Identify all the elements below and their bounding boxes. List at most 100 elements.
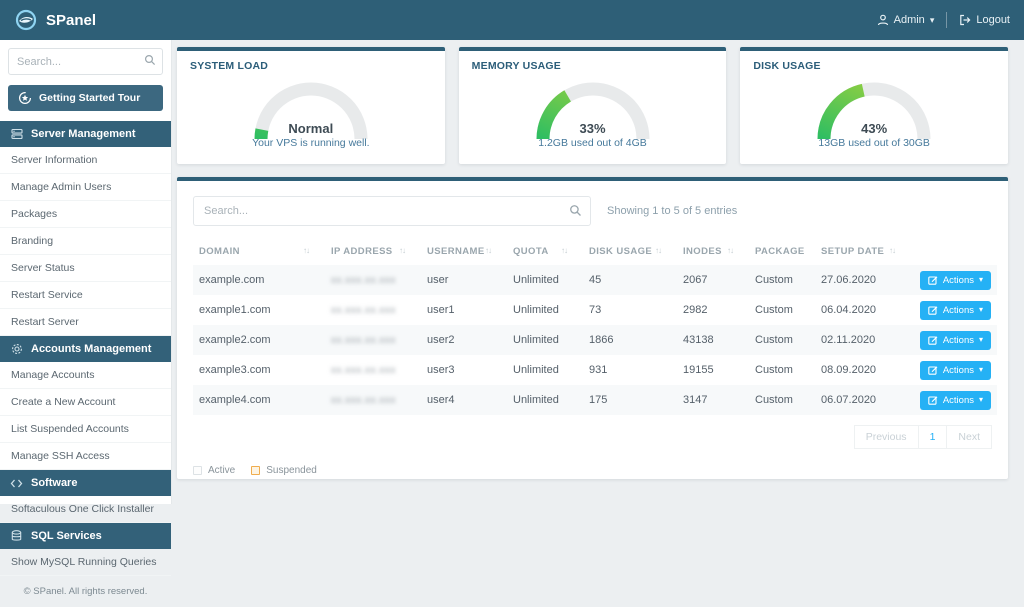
edit-icon bbox=[928, 335, 938, 345]
sidebar-item-create-a-new-account[interactable]: Create a New Account bbox=[0, 389, 171, 416]
pagination-next[interactable]: Next bbox=[947, 425, 992, 449]
sidebar-item-manage-admin-users[interactable]: Manage Admin Users bbox=[0, 174, 171, 201]
pagination-previous[interactable]: Previous bbox=[853, 425, 919, 449]
sidebar-section-software[interactable]: Software bbox=[0, 470, 171, 496]
edit-icon bbox=[928, 365, 938, 375]
sidebar-item-server-status[interactable]: Server Status bbox=[0, 255, 171, 282]
column-header-username[interactable]: USERNAME ↑↓ bbox=[421, 238, 507, 265]
sidebar-section-server-management[interactable]: Server Management bbox=[0, 121, 171, 147]
actions-button[interactable]: Actions ▾ bbox=[919, 270, 991, 290]
sidebar-item-show-mysql-running-queries[interactable]: Show MySQL Running Queries bbox=[0, 549, 171, 576]
cell-setup-date: 06.07.2020 bbox=[821, 394, 877, 406]
actions-button[interactable]: Actions ▾ bbox=[919, 390, 991, 410]
table-search-input[interactable] bbox=[193, 196, 591, 226]
column-label: DOMAIN bbox=[199, 246, 240, 257]
logout-button[interactable]: Logout bbox=[959, 14, 1010, 26]
gauge-cards-row: SYSTEM LOAD Normal Your VPS is running w… bbox=[177, 47, 1009, 164]
admin-menu[interactable]: Admin ▾ bbox=[877, 14, 935, 26]
edit-icon bbox=[928, 305, 938, 315]
pagination-page-1[interactable]: 1 bbox=[918, 425, 948, 449]
sort-icon[interactable]: ↑↓ bbox=[727, 246, 734, 255]
tour-star-icon bbox=[18, 91, 32, 105]
actions-button[interactable]: Actions ▾ bbox=[919, 330, 991, 350]
column-label: DISK USAGE bbox=[589, 246, 653, 257]
admin-label: Admin bbox=[893, 14, 925, 26]
cell-quota: Unlimited bbox=[513, 274, 559, 286]
accounts-table-card: Showing 1 to 5 of 5 entries DOMAIN↑↓IP A… bbox=[177, 177, 1008, 479]
caret-down-icon: ▾ bbox=[978, 275, 983, 284]
search-icon bbox=[144, 54, 156, 66]
cell-ip-masked: xx.xxx.xx.xxx bbox=[325, 325, 421, 355]
sidebar-search bbox=[8, 48, 163, 75]
topbar-divider bbox=[946, 12, 948, 28]
sidebar-item-manage-ssh-access[interactable]: Manage SSH Access bbox=[0, 443, 171, 470]
sort-icon[interactable]: ↑↓ bbox=[655, 246, 662, 255]
sidebar-item-manage-accounts[interactable]: Manage Accounts bbox=[0, 362, 171, 389]
sidebar-item-softaculous-one-click-installer[interactable]: Softaculous One Click Installer bbox=[0, 496, 171, 523]
cell-domain: example1.com bbox=[199, 304, 271, 316]
brand[interactable]: SPanel bbox=[14, 8, 96, 32]
edit-icon bbox=[928, 395, 938, 405]
cell-package: Custom bbox=[755, 364, 793, 376]
sort-icon[interactable]: ↑↓ bbox=[561, 246, 568, 255]
sort-icon[interactable]: ↑↓ bbox=[303, 246, 310, 255]
column-header-inodes[interactable]: INODES ↑↓ bbox=[677, 238, 749, 265]
column-header-disk-usage[interactable]: DISK USAGE ↑↓ bbox=[583, 238, 677, 265]
showing-entries-text: Showing 1 to 5 of 5 entries bbox=[607, 205, 738, 217]
search-icon bbox=[569, 204, 582, 217]
sidebar-item-list-suspended-accounts[interactable]: List Suspended Accounts bbox=[0, 416, 171, 443]
cell-inodes: 19155 bbox=[683, 364, 714, 376]
redacted-ip: xx.xxx.xx.xxx bbox=[331, 305, 396, 316]
column-header-ip-address[interactable]: IP ADDRESS ↑↓ bbox=[325, 238, 421, 265]
status-legend: Active Suspended bbox=[193, 465, 992, 476]
column-header-actions bbox=[911, 238, 997, 265]
cell-ip-masked: xx.xxx.xx.xxx bbox=[325, 295, 421, 325]
cell-package: Custom bbox=[755, 334, 793, 346]
column-header-setup-date[interactable]: SETUP DATE ↑↓ bbox=[815, 238, 911, 265]
sidebar-item-server-information[interactable]: Server Information bbox=[0, 147, 171, 174]
cell-setup-date: 02.11.2020 bbox=[821, 334, 876, 346]
cell-actions: Actions ▾ bbox=[911, 355, 997, 385]
sidebar: Getting Started Tour Server Management Se… bbox=[0, 40, 172, 597]
sort-icon[interactable]: ↑↓ bbox=[485, 246, 492, 255]
table-row: example.com xx.xxx.xx.xxx user Unlimited 45 2… bbox=[193, 265, 997, 295]
gauge-subtitle: 13GB used out of 30GB bbox=[818, 137, 930, 149]
column-header-quota[interactable]: QUOTA ↑↓ bbox=[507, 238, 583, 265]
card-title: DISK USAGE bbox=[753, 60, 821, 72]
caret-down-icon: ▾ bbox=[978, 305, 983, 314]
getting-started-tour-button[interactable]: Getting Started Tour bbox=[8, 85, 163, 111]
cell-username: user bbox=[427, 274, 449, 286]
sidebar-item-restart-service[interactable]: Restart Service bbox=[0, 282, 171, 309]
sort-icon[interactable]: ↑↓ bbox=[889, 246, 896, 255]
sidebar-search-input[interactable] bbox=[8, 48, 163, 75]
redacted-ip: xx.xxx.xx.xxx bbox=[331, 275, 396, 286]
table-body: example.com xx.xxx.xx.xxx user Unlimited 45 2… bbox=[193, 265, 997, 415]
cell-disk-usage: 175 bbox=[589, 394, 608, 406]
cell-username: user3 bbox=[427, 364, 455, 376]
sidebar-item-restart-server[interactable]: Restart Server bbox=[0, 309, 171, 336]
actions-label: Actions bbox=[942, 334, 974, 346]
sidebar-item-packages[interactable]: Packages bbox=[0, 201, 171, 228]
cell-package: Custom bbox=[755, 274, 793, 286]
column-label: PACKAGE bbox=[755, 246, 805, 257]
redacted-ip: xx.xxx.xx.xxx bbox=[331, 335, 396, 346]
cell-inodes: 3147 bbox=[683, 394, 708, 406]
cell-quota: Unlimited bbox=[513, 334, 559, 346]
table-toolbar: Showing 1 to 5 of 5 entries bbox=[193, 196, 992, 226]
edit-icon bbox=[928, 275, 938, 285]
actions-button[interactable]: Actions ▾ bbox=[919, 300, 991, 320]
column-label: SETUP DATE bbox=[821, 246, 885, 257]
chevron-down-icon: ▾ bbox=[929, 14, 935, 25]
sort-icon[interactable]: ↑↓ bbox=[399, 246, 406, 255]
column-header-domain[interactable]: DOMAIN ↑↓ bbox=[193, 238, 325, 265]
column-label: INODES bbox=[683, 246, 722, 257]
active-swatch-icon bbox=[193, 466, 202, 475]
redacted-ip: xx.xxx.xx.xxx bbox=[331, 365, 396, 376]
actions-button[interactable]: Actions ▾ bbox=[919, 360, 991, 380]
cell-disk-usage: 45 bbox=[589, 274, 602, 286]
sidebar-section-accounts-management[interactable]: Accounts Management bbox=[0, 336, 171, 362]
sidebar-item-branding[interactable]: Branding bbox=[0, 228, 171, 255]
cell-username: user4 bbox=[427, 394, 455, 406]
sidebar-section-sql-services[interactable]: SQL Services bbox=[0, 523, 171, 549]
content: SYSTEM LOAD Normal Your VPS is running w… bbox=[172, 40, 1024, 504]
